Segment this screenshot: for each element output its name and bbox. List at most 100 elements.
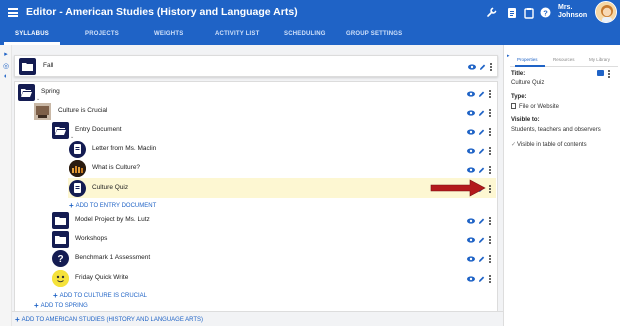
help-icon[interactable]: ? [540, 7, 551, 19]
tab-my-library[interactable]: My Library [589, 57, 610, 62]
question-icon: ? [52, 250, 69, 267]
more-icon[interactable] [608, 70, 611, 78]
item-row-friday-quick-write[interactable]: Friday Quick Write [52, 269, 472, 288]
folder-label: Entry Document [75, 126, 122, 133]
document-icon[interactable] [506, 7, 517, 19]
pencil-icon[interactable] [478, 236, 485, 244]
eye-icon[interactable] [467, 218, 475, 224]
document-icon [69, 141, 86, 158]
pencil-icon[interactable] [478, 109, 485, 117]
add-to-culture-link[interactable]: + ADD TO CULTURE IS CRUCIAL [53, 291, 147, 300]
tab-bar: SYLLABUS PROJECTS WEIGHTS ACTIVITY LIST … [0, 27, 620, 45]
folder-row-model-project[interactable]: Model Project by Ms. Lutz [52, 211, 472, 230]
more-icon[interactable] [489, 185, 492, 194]
page-title: Editor - American Studies (History and L… [26, 6, 298, 18]
wrench-icon[interactable] [486, 7, 497, 19]
row-actions [467, 217, 497, 227]
project-label: Culture is Crucial [58, 107, 108, 114]
file-icon [511, 103, 516, 109]
eye-icon[interactable] [467, 148, 475, 154]
item-row-letter[interactable]: Letter from Ms. Maclin [69, 140, 469, 159]
unit-fall[interactable]: Fall [14, 55, 498, 77]
more-icon[interactable] [489, 275, 492, 284]
image-icon[interactable] [597, 70, 604, 76]
toc-checkbox[interactable]: ✓Visible in table of contents [511, 141, 587, 148]
item-label: Friday Quick Write [75, 274, 129, 281]
title-label: Title: [511, 71, 526, 77]
half-circle-icon[interactable]: ◐ [2, 73, 10, 81]
tab-properties[interactable]: Properties [517, 57, 538, 62]
pencil-icon[interactable] [478, 217, 485, 225]
type-label: Type: [511, 94, 527, 100]
tab-resources[interactable]: Resources [553, 57, 575, 62]
item-row-what-is-culture[interactable]: What is Culture? [69, 159, 469, 178]
menu-icon[interactable] [8, 8, 18, 17]
more-icon[interactable] [489, 128, 492, 137]
visible-value[interactable]: Students, teachers and observers [511, 127, 601, 133]
pencil-icon[interactable] [479, 63, 486, 71]
title-value[interactable]: Culture Quiz [511, 80, 544, 86]
target-icon[interactable]: ◎ [2, 63, 10, 71]
project-thumbnail-icon [34, 103, 51, 120]
tab-projects[interactable]: PROJECTS [85, 31, 119, 37]
unit-row-spring[interactable]: ⌄ Spring [18, 83, 488, 102]
left-rail: ▸ ◎ ◐ [0, 45, 12, 326]
item-label: Benchmark 1 Assessment [75, 254, 151, 261]
more-icon[interactable] [489, 217, 492, 226]
row-actions [467, 90, 497, 100]
folder-label: Model Project by Ms. Lutz [75, 216, 150, 223]
add-to-entry-document-link[interactable]: + ADD TO ENTRY DOCUMENT [69, 201, 156, 210]
video-thumbnail-icon [69, 160, 86, 177]
svg-text:?: ? [57, 254, 63, 265]
more-icon[interactable] [489, 166, 492, 175]
expand-arrow-icon[interactable]: ▸ [2, 51, 10, 59]
eye-icon[interactable] [467, 110, 475, 116]
document-icon [69, 180, 86, 197]
folder-row-entry-document[interactable]: ⌄ Entry Document [52, 121, 472, 140]
more-icon[interactable] [490, 63, 493, 72]
folder-row-workshops[interactable]: Workshops [52, 230, 472, 249]
item-row-benchmark[interactable]: ? Benchmark 1 Assessment [52, 249, 472, 268]
properties-panel: ▸ Properties Resources My Library Title:… [503, 45, 620, 326]
tab-syllabus[interactable]: SYLLABUS [15, 31, 49, 37]
more-icon[interactable] [489, 147, 492, 156]
eye-icon[interactable] [467, 256, 475, 262]
pencil-icon[interactable] [478, 275, 485, 283]
eye-icon[interactable] [467, 91, 475, 97]
tab-scheduling[interactable]: SCHEDULING [284, 31, 326, 37]
active-tab-indicator [515, 65, 545, 67]
tab-activity-list[interactable]: ACTIVITY LIST [215, 31, 260, 37]
pencil-icon[interactable] [478, 166, 485, 174]
tab-weights[interactable]: WEIGHTS [154, 31, 183, 37]
eye-icon[interactable] [467, 276, 475, 282]
pencil-icon[interactable] [478, 90, 485, 98]
clipboard-icon[interactable] [523, 7, 534, 19]
more-icon[interactable] [489, 109, 492, 118]
more-icon[interactable] [489, 255, 492, 264]
tab-group-settings[interactable]: GROUP SETTINGS [346, 31, 402, 37]
avatar[interactable] [595, 1, 617, 23]
more-icon[interactable] [489, 90, 492, 99]
item-label: Culture Quiz [92, 184, 129, 191]
row-actions [467, 166, 497, 176]
eye-icon[interactable] [468, 64, 476, 70]
add-to-spring-link[interactable]: + ADD TO SPRING [34, 301, 88, 310]
pencil-icon[interactable] [478, 255, 485, 263]
eye-icon[interactable] [467, 129, 475, 135]
row-actions [467, 255, 497, 265]
eye-icon[interactable] [467, 167, 475, 173]
add-to-course-link[interactable]: + ADD TO AMERICAN STUDIES (HISTORY AND LA… [15, 315, 203, 324]
eye-icon[interactable] [467, 237, 475, 243]
pencil-icon[interactable] [478, 128, 485, 136]
project-row-culture[interactable]: Culture is Crucial [34, 102, 474, 121]
visible-label: Visible to: [511, 117, 540, 123]
user-name[interactable]: Mrs. Johnson [558, 4, 587, 20]
pointer-arrow-icon [430, 179, 486, 197]
item-row-culture-quiz[interactable]: Culture Quiz [69, 179, 469, 198]
folder-open-icon [18, 84, 35, 101]
svg-text:?: ? [543, 8, 548, 17]
type-value: File or Website [511, 103, 559, 110]
row-actions [467, 147, 497, 157]
pencil-icon[interactable] [478, 147, 485, 155]
more-icon[interactable] [489, 236, 492, 245]
